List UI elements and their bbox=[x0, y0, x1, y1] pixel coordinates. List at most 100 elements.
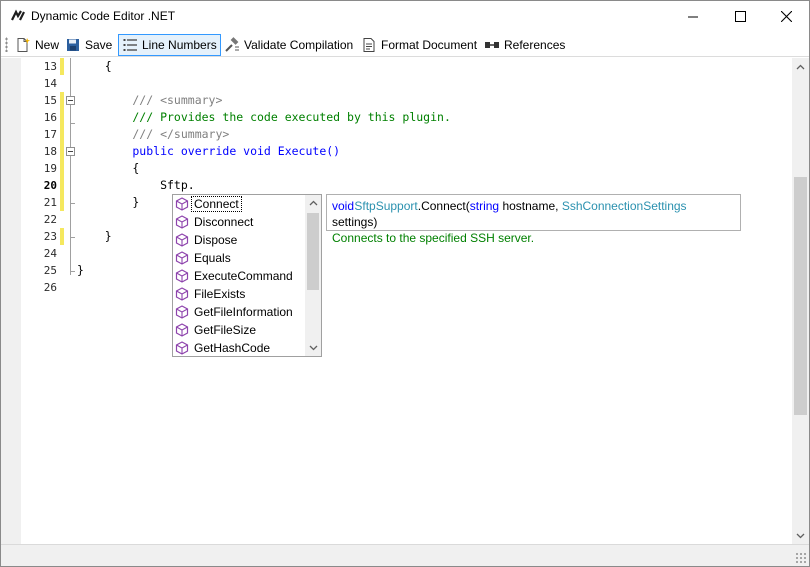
code-line[interactable]: /// Provides the code executed by this p… bbox=[77, 109, 451, 126]
fold-guide bbox=[70, 105, 71, 123]
change-marker bbox=[60, 143, 64, 160]
method-cube-icon bbox=[175, 197, 189, 211]
completion-label: GetHashCode bbox=[194, 341, 271, 355]
references-icon bbox=[485, 42, 499, 48]
code-line[interactable]: public override void Execute() bbox=[77, 143, 340, 160]
completion-item[interactable]: Disconnect bbox=[173, 213, 305, 231]
line-number: 24 bbox=[43, 247, 57, 260]
app-icon bbox=[11, 9, 25, 21]
line-number: 26 bbox=[43, 281, 57, 294]
code-line[interactable]: } bbox=[77, 228, 112, 245]
line-number: 17 bbox=[43, 128, 57, 141]
class-name: SftpSupport bbox=[354, 199, 418, 213]
format-document-button[interactable]: Format Document bbox=[357, 34, 481, 56]
line-numbers-toggle[interactable]: Line Numbers bbox=[118, 34, 221, 56]
line-number: 19 bbox=[43, 162, 57, 175]
method-name: .Connect( bbox=[417, 199, 470, 213]
new-button[interactable]: New bbox=[11, 34, 63, 56]
completion-item[interactable]: Dispose bbox=[173, 231, 305, 249]
toolbar-grip[interactable] bbox=[5, 37, 8, 52]
fold-toggle[interactable] bbox=[66, 96, 75, 105]
change-marker bbox=[60, 126, 64, 143]
completion-item[interactable]: GetFileSize bbox=[173, 321, 305, 339]
completion-scroll-down[interactable] bbox=[305, 340, 321, 356]
save-button[interactable]: Save bbox=[61, 34, 116, 56]
chevron-down-icon bbox=[796, 533, 805, 538]
code-line[interactable]: /// </summary> bbox=[77, 126, 229, 143]
format-document-icon bbox=[363, 38, 375, 52]
fold-end bbox=[70, 123, 75, 124]
completion-scrollbar[interactable] bbox=[305, 195, 321, 356]
change-marker bbox=[60, 228, 64, 245]
method-cube-icon bbox=[175, 305, 189, 319]
validate-compilation-button[interactable]: Validate Compilation bbox=[220, 34, 357, 56]
current-code-line[interactable]: Sftp. bbox=[77, 177, 195, 194]
line-number: 13 bbox=[43, 60, 57, 73]
save-label: Save bbox=[85, 38, 113, 52]
param1-name: hostname, bbox=[499, 199, 562, 213]
change-marker bbox=[60, 177, 64, 194]
method-cube-icon bbox=[175, 269, 189, 283]
param1-type: string bbox=[469, 199, 500, 213]
references-label: References bbox=[504, 38, 566, 52]
completion-item[interactable]: Connect bbox=[173, 195, 305, 213]
method-cube-icon bbox=[175, 251, 189, 265]
completion-item[interactable]: Equals bbox=[173, 249, 305, 267]
completion-item[interactable]: ExecuteCommand bbox=[173, 267, 305, 285]
line-number: 16 bbox=[43, 111, 57, 124]
line-number: 25 bbox=[43, 264, 57, 277]
completion-scroll-up[interactable] bbox=[305, 195, 321, 211]
minimize-button[interactable] bbox=[670, 1, 716, 32]
param2-type: SshConnectionSettings bbox=[561, 199, 687, 213]
scroll-thumb[interactable] bbox=[794, 177, 807, 415]
completion-label: Disconnect bbox=[194, 215, 254, 229]
scroll-up-button[interactable] bbox=[792, 58, 809, 75]
close-icon bbox=[780, 11, 792, 22]
method-cube-icon bbox=[175, 341, 189, 355]
references-button[interactable]: References bbox=[480, 34, 569, 56]
completion-scroll-thumb[interactable] bbox=[307, 213, 319, 290]
doc-comment: /// <summary> bbox=[77, 93, 223, 107]
line-numbers-label: Line Numbers bbox=[142, 38, 217, 52]
line-number: 23 bbox=[43, 230, 57, 243]
code-editor[interactable]: 13 14 15 16 17 18 19 20 21 22 23 24 25 2… bbox=[1, 58, 809, 544]
change-marker bbox=[60, 109, 64, 126]
line-number: 21 bbox=[43, 196, 57, 209]
scroll-down-button[interactable] bbox=[792, 527, 809, 544]
line-number: 15 bbox=[43, 94, 57, 107]
code-line[interactable]: } bbox=[77, 194, 139, 211]
validate-icon bbox=[225, 37, 239, 52]
maximize-icon bbox=[734, 11, 746, 22]
method-cube-icon bbox=[175, 233, 189, 247]
completion-label: Equals bbox=[194, 251, 231, 265]
code-line[interactable]: { bbox=[77, 160, 139, 177]
change-marker bbox=[60, 160, 64, 177]
vertical-scrollbar[interactable] bbox=[792, 58, 809, 544]
signature-tooltip: void SftpSupport.Connect(string hostname… bbox=[326, 194, 741, 245]
completion-label: FileExists bbox=[194, 287, 246, 301]
completion-item[interactable]: GetHashCode bbox=[173, 339, 305, 357]
code-line[interactable]: { bbox=[77, 58, 112, 75]
chevron-up-icon bbox=[796, 64, 805, 69]
line-number: 22 bbox=[43, 213, 57, 226]
fold-toggle[interactable] bbox=[66, 147, 75, 156]
completion-item[interactable]: FileExists bbox=[173, 285, 305, 303]
resize-grip[interactable] bbox=[795, 552, 807, 564]
completion-item[interactable]: GetFileInformation bbox=[173, 303, 305, 321]
change-marker bbox=[60, 194, 64, 211]
line-number: 14 bbox=[43, 77, 57, 90]
chevron-up-icon bbox=[309, 200, 317, 206]
close-button[interactable] bbox=[763, 1, 809, 32]
code-line[interactable]: /// <summary> bbox=[77, 92, 222, 109]
maximize-button[interactable] bbox=[717, 1, 763, 32]
completion-list[interactable]: Connect Disconnect Dispose Equals Execut… bbox=[172, 194, 322, 357]
param2-name: settings) bbox=[332, 215, 378, 229]
line-number: 18 bbox=[43, 145, 57, 158]
code-line[interactable]: } bbox=[77, 262, 84, 279]
fold-end bbox=[70, 237, 75, 238]
change-marker bbox=[60, 92, 64, 109]
method-cube-icon bbox=[175, 323, 189, 337]
minimize-icon bbox=[688, 16, 698, 17]
new-document-icon bbox=[17, 38, 30, 52]
current-line-number: 20 bbox=[43, 179, 57, 192]
